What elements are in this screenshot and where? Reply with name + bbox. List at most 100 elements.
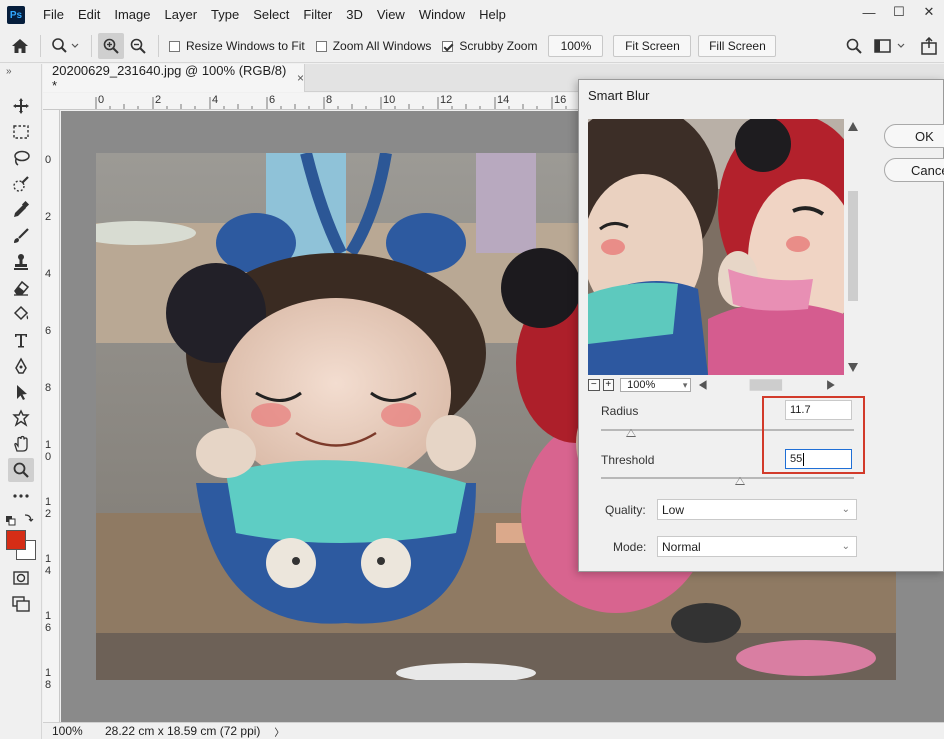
filter-preview[interactable] <box>588 119 844 375</box>
eraser-tool-icon[interactable] <box>8 276 34 300</box>
hand-tool-icon[interactable] <box>8 432 34 456</box>
eyedropper-tool-icon[interactable] <box>8 198 34 222</box>
marquee-tool-icon[interactable] <box>8 120 34 144</box>
checkbox-label: Resize Windows to Fit <box>186 39 305 53</box>
custom-shape-tool-icon[interactable] <box>8 406 34 430</box>
mode-select[interactable]: Normal ⌄ <box>657 536 857 557</box>
close-button[interactable]: ✕ <box>914 0 944 24</box>
zoom-in-preview-button[interactable]: + <box>602 379 615 391</box>
menu-image[interactable]: Image <box>107 0 157 30</box>
quality-value: Low <box>662 502 685 517</box>
menu-3d[interactable]: 3D <box>339 0 370 30</box>
menu-view[interactable]: View <box>370 0 412 30</box>
chevron-down-icon: ⌄ <box>841 541 850 552</box>
fill-screen-button[interactable]: Fill Screen <box>698 35 777 57</box>
radius-slider-thumb[interactable] <box>625 429 636 437</box>
ruler-label: 8 <box>326 94 333 106</box>
checkbox-label: Zoom All Windows <box>332 39 432 53</box>
ruler-label: 14 <box>497 94 510 106</box>
menu-bar: Ps File Edit Image Layer Type Select Fil… <box>0 0 944 30</box>
divider <box>91 35 92 57</box>
zoom-tool-preset-icon[interactable] <box>47 37 85 55</box>
zoom-out-icon[interactable] <box>124 37 152 55</box>
checkbox-box[interactable] <box>169 40 180 52</box>
quality-select[interactable]: Low ⌄ <box>657 499 857 520</box>
foreground-color-swatch[interactable] <box>6 530 26 550</box>
status-menu-arrow-icon[interactable]: 〉 <box>274 724 284 739</box>
mode-label: Mode: <box>613 540 647 554</box>
menu-file[interactable]: File <box>36 0 71 30</box>
cancel-button[interactable]: Cancel <box>884 158 944 182</box>
smart-blur-dialog: Smart Blur − + 100% ▾ Radius 11.7 Thresh… <box>578 79 944 572</box>
zoom-out-preview-button[interactable]: − <box>588 379 600 391</box>
quality-label: Quality: <box>605 503 646 517</box>
ruler-label: 6 <box>269 94 276 106</box>
document-tab-title: 20200629_231640.jpg @ 100% (RGB/8) * <box>52 63 287 93</box>
move-tool-icon[interactable] <box>8 94 34 118</box>
threshold-slider-thumb[interactable] <box>735 477 746 485</box>
type-tool-icon[interactable] <box>8 328 34 352</box>
path-selection-tool-icon[interactable] <box>8 380 34 404</box>
menu-type[interactable]: Type <box>204 0 246 30</box>
fit-screen-button[interactable]: Fit Screen <box>613 35 692 57</box>
scrubby-zoom-checkbox[interactable]: Scrubby Zoom <box>442 39 537 53</box>
vertical-ruler: 0 2 4 6 8 1 0 1 2 1 4 1 6 1 8 <box>43 110 60 722</box>
status-zoom[interactable]: 100% <box>43 724 91 738</box>
checkbox-label: Scrubby Zoom <box>459 39 538 53</box>
collapse-arrows-icon[interactable]: » <box>6 66 12 77</box>
ruler-label: 8 <box>45 382 52 394</box>
ruler-label: 1 6 <box>45 610 52 634</box>
close-tab-icon[interactable]: × <box>297 71 304 85</box>
preview-scrollbar[interactable] <box>845 119 861 375</box>
zoom-percent-field[interactable]: 100% <box>548 35 604 57</box>
screen-mode-icon[interactable] <box>8 592 34 616</box>
pen-tool-icon[interactable] <box>8 354 34 378</box>
restore-button[interactable]: ☐ <box>884 0 914 24</box>
ruler-label: 10 <box>383 94 396 106</box>
preview-horizontal-scrollbar[interactable] <box>697 378 860 392</box>
menu-filter[interactable]: Filter <box>296 0 339 30</box>
ruler-label: 6 <box>45 325 52 337</box>
window-controls: — ☐ ✕ <box>854 0 944 24</box>
menu-window[interactable]: Window <box>412 0 472 30</box>
menu-help[interactable]: Help <box>472 0 513 30</box>
share-icon[interactable] <box>918 36 940 56</box>
quick-mask-icon[interactable] <box>8 566 34 590</box>
ruler-label: 16 <box>554 94 567 106</box>
ruler-label: 1 4 <box>45 553 52 577</box>
document-tab[interactable]: 20200629_231640.jpg @ 100% (RGB/8) * × <box>43 63 305 93</box>
workspace-icon[interactable] <box>874 37 908 55</box>
resize-windows-checkbox[interactable]: Resize Windows to Fit <box>169 39 305 53</box>
options-bar: Resize Windows to Fit Zoom All Windows S… <box>0 30 944 63</box>
status-doc-size: 28.22 cm x 18.59 cm (72 ppi) <box>105 724 261 738</box>
brush-tool-icon[interactable] <box>8 224 34 248</box>
minimize-button[interactable]: — <box>854 0 884 24</box>
more-tools-icon[interactable] <box>8 484 34 508</box>
mode-value: Normal <box>662 539 701 554</box>
default-colors-icon[interactable] <box>5 513 35 527</box>
menu-layer[interactable]: Layer <box>158 0 205 30</box>
status-bar: 100% 28.22 cm x 18.59 cm (72 ppi) 〉 <box>43 722 944 739</box>
checkbox-box[interactable] <box>315 40 327 52</box>
quick-selection-tool-icon[interactable] <box>8 172 34 196</box>
radius-label: Radius <box>601 404 639 418</box>
menu-items: File Edit Image Layer Type Select Filter… <box>36 0 513 30</box>
zoom-in-icon[interactable] <box>98 33 124 59</box>
zoom-tool-icon[interactable] <box>8 458 34 482</box>
menu-edit[interactable]: Edit <box>71 0 107 30</box>
home-icon[interactable] <box>0 38 40 54</box>
chevron-down-icon: ▾ <box>682 379 688 390</box>
ok-button[interactable]: OK <box>884 124 944 148</box>
zoom-all-windows-checkbox[interactable]: Zoom All Windows <box>315 39 432 53</box>
search-icon[interactable] <box>845 37 863 55</box>
threshold-slider[interactable] <box>601 477 854 485</box>
preview-zoom-value: 100% <box>627 379 656 391</box>
checkbox-box[interactable] <box>442 40 454 52</box>
divider <box>40 35 41 57</box>
stamp-tool-icon[interactable] <box>8 250 34 274</box>
threshold-label: Threshold <box>601 453 655 467</box>
menu-select[interactable]: Select <box>246 0 296 30</box>
paint-bucket-tool-icon[interactable] <box>8 302 34 326</box>
preview-zoom-select[interactable]: 100% ▾ <box>620 378 692 392</box>
lasso-tool-icon[interactable] <box>8 146 34 170</box>
